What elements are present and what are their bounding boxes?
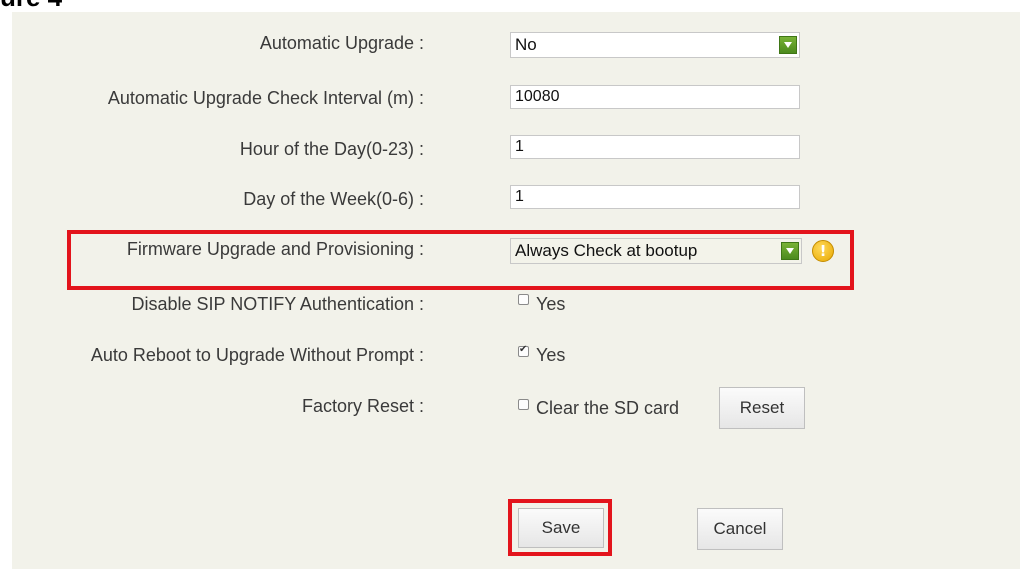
clear-sd-card-checkbox[interactable] — [518, 399, 529, 410]
auto-reboot-checkbox[interactable] — [518, 344, 529, 357]
hour-of-day-input[interactable]: 1 — [510, 135, 800, 159]
check-interval-input[interactable]: 10080 — [510, 85, 800, 109]
day-of-week-label: Day of the Week(0-6) : — [243, 189, 424, 209]
firmware-provisioning-select[interactable]: Always Check at bootup — [510, 238, 802, 264]
automatic-upgrade-select[interactable]: No — [510, 32, 800, 58]
check-interval-label: Automatic Upgrade Check Interval (m) : — [107, 88, 424, 108]
hour-of-day-label: Hour of the Day(0-23) : — [239, 139, 424, 159]
warning-icon[interactable]: ! — [812, 240, 834, 262]
automatic-upgrade-value: No — [515, 35, 537, 54]
clear-sd-card-option: Clear the SD card — [536, 398, 680, 418]
disable-sip-notify-option: Yes — [536, 294, 566, 314]
figure-heading-fragment: ure 4 — [0, 0, 80, 8]
automatic-upgrade-label: Automatic Upgrade : — [259, 33, 424, 53]
day-of-week-input[interactable]: 1 — [510, 185, 800, 209]
auto-reboot-option: Yes — [536, 345, 566, 365]
disable-sip-notify-checkbox[interactable] — [518, 294, 529, 305]
firmware-provisioning-label: Firmware Upgrade and Provisioning : — [126, 239, 424, 259]
factory-reset-label: Factory Reset : — [301, 396, 424, 416]
disable-sip-notify-label: Disable SIP NOTIFY Authentication : — [131, 294, 424, 314]
reset-button[interactable]: Reset — [719, 387, 805, 429]
auto-reboot-label: Auto Reboot to Upgrade Without Prompt : — [90, 345, 424, 365]
save-button[interactable]: Save — [518, 508, 604, 548]
dropdown-arrow-icon[interactable] — [781, 242, 799, 260]
firmware-provisioning-value: Always Check at bootup — [515, 241, 698, 260]
dropdown-arrow-icon[interactable] — [779, 36, 797, 54]
cancel-button[interactable]: Cancel — [697, 508, 783, 550]
